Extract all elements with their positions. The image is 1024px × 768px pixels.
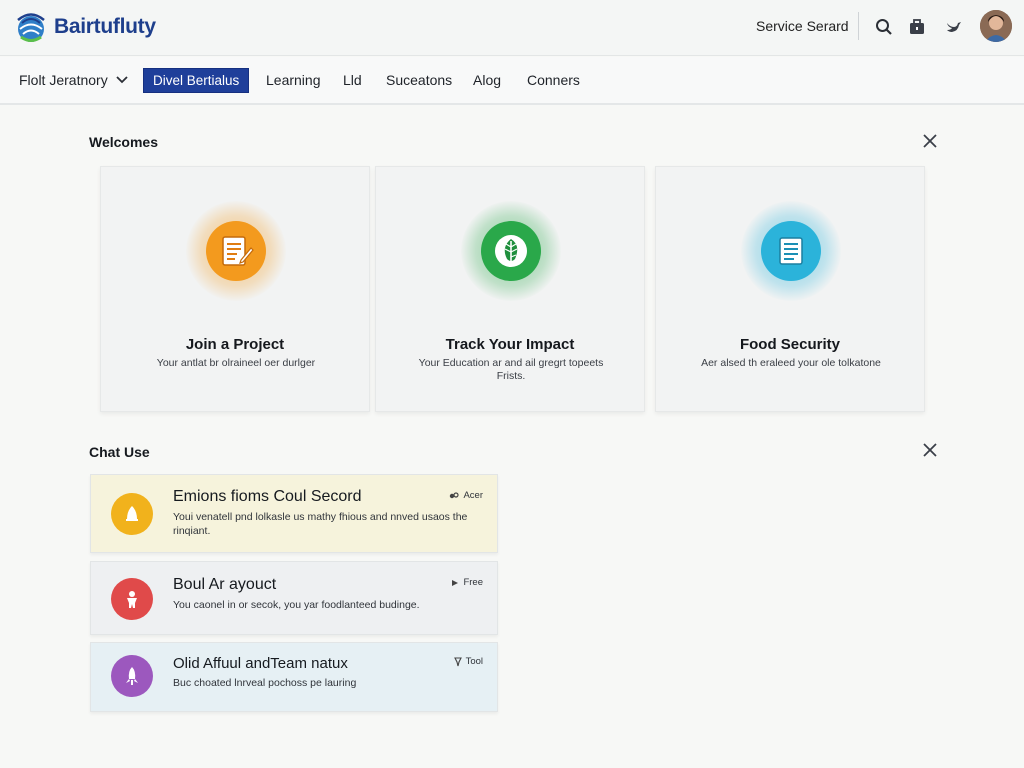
rocket-icon [111, 655, 153, 697]
card-join-project[interactable]: Join a Project Your antlat br olraineel … [100, 166, 370, 412]
bird-icon[interactable] [943, 16, 965, 38]
card-food-security[interactable]: Food Security Aer alsed th eraleed your … [655, 166, 925, 412]
document-pen-icon [206, 221, 266, 281]
chat-item-description: Buc choated lnrveal pochoss pe lauring [173, 677, 357, 689]
brand-logo[interactable]: Bairtufluty [14, 10, 156, 44]
briefcase-icon[interactable] [906, 16, 928, 38]
nav-tab-learning[interactable]: Learning [266, 72, 321, 88]
handshake-icon [450, 491, 460, 498]
close-icon[interactable] [922, 442, 938, 458]
play-icon [452, 579, 459, 586]
chat-item[interactable]: Emions fioms Coul Secord Youi venatell p… [90, 474, 498, 553]
nav-tab-alog[interactable]: Alog [473, 72, 501, 88]
card-track-impact[interactable]: Track Your Impact Your Education ar and … [375, 166, 645, 412]
chat-item-tag: Tool [453, 656, 483, 667]
chevron-down-icon [116, 76, 128, 84]
nav-tab-conners[interactable]: Conners [527, 72, 580, 88]
chat-item-title: Boul Ar ayouct [173, 576, 277, 593]
chat-item[interactable]: Olid Affuul andTeam natux Buc choated ln… [90, 642, 498, 712]
service-link[interactable]: Service Serard [756, 18, 849, 34]
chat-item-description: You caonel in or secok, you yar foodlant… [173, 599, 420, 611]
brand-name: Bairtufluty [54, 15, 156, 38]
bell-icon [111, 493, 153, 535]
card-title: Food Security [739, 336, 840, 353]
chat-tag-label: Acer [463, 490, 483, 501]
chat-section-title: Chat Use [89, 444, 150, 460]
card-description: Your antlat br olraineel oer durlger [156, 357, 316, 369]
chat-item[interactable]: Boul Ar ayouct You caonel in or secok, y… [90, 561, 498, 635]
chat-item-tag: Free [451, 577, 483, 588]
nav-tab-active[interactable]: Divel Bertialus [143, 68, 250, 93]
search-icon[interactable] [873, 16, 895, 38]
welcome-section-title: Welcomes [89, 134, 158, 150]
chat-item-description: Youi venatell pnd lolkasle us mathy fhio… [173, 511, 468, 537]
chat-item-tag: Acer [449, 490, 483, 501]
chat-tag-label: Free [463, 577, 483, 588]
card-title: Track Your Impact [445, 336, 575, 353]
top-header: Bairtufluty Service Serard [0, 0, 1024, 56]
person-icon [111, 578, 153, 620]
pin-icon [453, 656, 462, 666]
leaf-icon [481, 221, 541, 281]
globe-logo-icon [17, 13, 45, 42]
header-divider [858, 12, 859, 40]
chat-item-title: Emions fioms Coul Secord [173, 488, 362, 505]
nav-dropdown-label: Flolt Jeratnory [19, 72, 108, 88]
nav-dropdown[interactable]: Flolt Jeratnory [19, 72, 128, 88]
card-description: Aer alsed th eraleed your ole tolkatone [701, 357, 881, 369]
nav-tab-lld[interactable]: Lld [343, 72, 362, 88]
main-nav: Flolt Jeratnory Divel Bertialus Learning… [0, 57, 1024, 105]
card-description: Your Education ar and ail gregrt topeets… [418, 357, 604, 382]
card-title: Join a Project [185, 336, 285, 353]
chat-item-title: Olid Affuul andTeam natux [173, 655, 348, 672]
close-icon[interactable] [922, 133, 938, 149]
document-icon [761, 221, 821, 281]
chat-tag-label: Tool [465, 656, 483, 667]
user-avatar[interactable] [980, 10, 1012, 42]
nav-tab-suceatons[interactable]: Suceatons [386, 72, 452, 88]
